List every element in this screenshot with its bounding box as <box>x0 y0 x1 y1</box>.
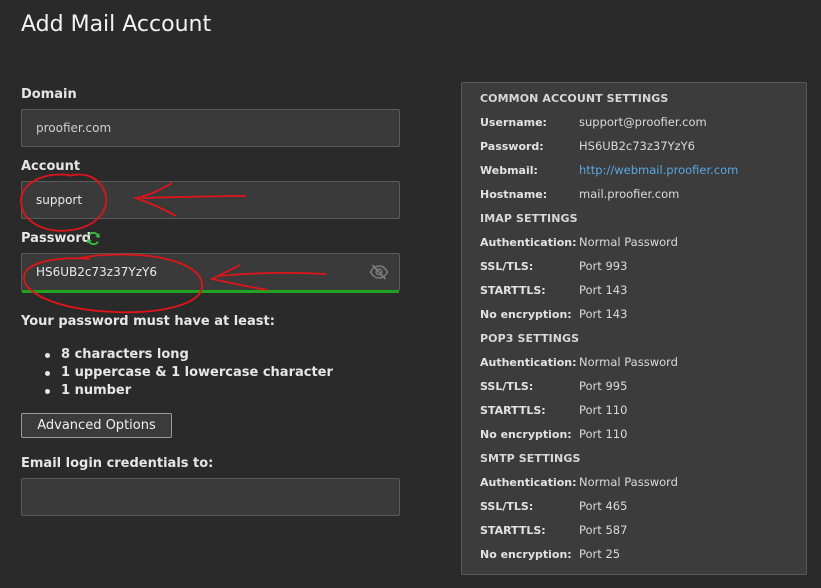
password-value: HS6UB2c73z37YzY6 <box>36 265 157 279</box>
smtp-noenc-key: No encryption: <box>480 548 572 561</box>
requirement-item: 8 characters long <box>45 346 333 364</box>
hostname-value: mail.proofier.com <box>579 187 680 201</box>
smtp-settings-heading: SMTP SETTINGS <box>480 452 581 465</box>
imap-starttls-value: Port 143 <box>579 283 628 297</box>
account-settings-panel: COMMON ACCOUNT SETTINGS Username: suppor… <box>461 82 807 575</box>
pop3-starttls-value: Port 110 <box>579 403 628 417</box>
password-strength-bar <box>22 290 399 293</box>
smtp-noenc-value: Port 25 <box>579 547 621 561</box>
pop3-ssl-value: Port 995 <box>579 379 628 393</box>
imap-ssl-key: SSL/TLS: <box>480 260 534 273</box>
pop3-auth-value: Normal Password <box>579 355 678 369</box>
smtp-starttls-key: STARTTLS: <box>480 524 546 537</box>
smtp-auth-value: Normal Password <box>579 475 678 489</box>
refresh-icon[interactable] <box>86 231 101 246</box>
username-value: support@proofier.com <box>579 115 707 129</box>
account-input[interactable]: support <box>21 181 400 219</box>
smtp-starttls-value: Port 587 <box>579 523 628 537</box>
imap-auth-value: Normal Password <box>579 235 678 249</box>
smtp-auth-key: Authentication: <box>480 476 577 489</box>
pop3-noenc-key: No encryption: <box>480 428 572 441</box>
webmail-link[interactable]: http://webmail.proofier.com <box>579 163 738 177</box>
password-requirements-title: Your password must have at least: <box>21 314 275 329</box>
advanced-options-button[interactable]: Advanced Options <box>21 413 172 438</box>
imap-starttls-key: STARTTLS: <box>480 284 546 297</box>
common-settings-heading: COMMON ACCOUNT SETTINGS <box>480 92 669 105</box>
domain-input[interactable]: proofier.com <box>21 109 400 147</box>
smtp-ssl-value: Port 465 <box>579 499 628 513</box>
imap-auth-key: Authentication: <box>480 236 577 249</box>
password-setting-value: HS6UB2c73z37YzY6 <box>579 139 695 153</box>
page-title: Add Mail Account <box>21 12 212 37</box>
username-key: Username: <box>480 116 547 129</box>
email-credentials-input[interactable] <box>21 478 400 516</box>
password-input[interactable]: HS6UB2c73z37YzY6 <box>21 253 400 291</box>
imap-ssl-value: Port 993 <box>579 259 628 273</box>
account-value: support <box>36 193 83 207</box>
pop3-starttls-key: STARTTLS: <box>480 404 546 417</box>
pop3-ssl-key: SSL/TLS: <box>480 380 534 393</box>
imap-noenc-value: Port 143 <box>579 307 628 321</box>
email-credentials-label: Email login credentials to: <box>21 456 214 471</box>
password-key: Password: <box>480 140 544 153</box>
pop3-auth-key: Authentication: <box>480 356 577 369</box>
domain-value: proofier.com <box>36 121 112 135</box>
imap-settings-heading: IMAP SETTINGS <box>480 212 578 225</box>
smtp-ssl-key: SSL/TLS: <box>480 500 534 513</box>
password-requirements-list: 8 characters long 1 uppercase & 1 lowerc… <box>45 346 333 400</box>
webmail-key: Webmail: <box>480 164 538 177</box>
hostname-key: Hostname: <box>480 188 548 201</box>
domain-label: Domain <box>21 87 77 102</box>
requirement-item: 1 number <box>45 382 333 400</box>
imap-noenc-key: No encryption: <box>480 308 572 321</box>
account-label: Account <box>21 159 81 174</box>
pop3-noenc-value: Port 110 <box>579 427 628 441</box>
password-label: Password <box>21 231 92 246</box>
eye-slash-icon[interactable] <box>369 263 389 281</box>
requirement-item: 1 uppercase & 1 lowercase character <box>45 364 333 382</box>
pop3-settings-heading: POP3 SETTINGS <box>480 332 580 345</box>
